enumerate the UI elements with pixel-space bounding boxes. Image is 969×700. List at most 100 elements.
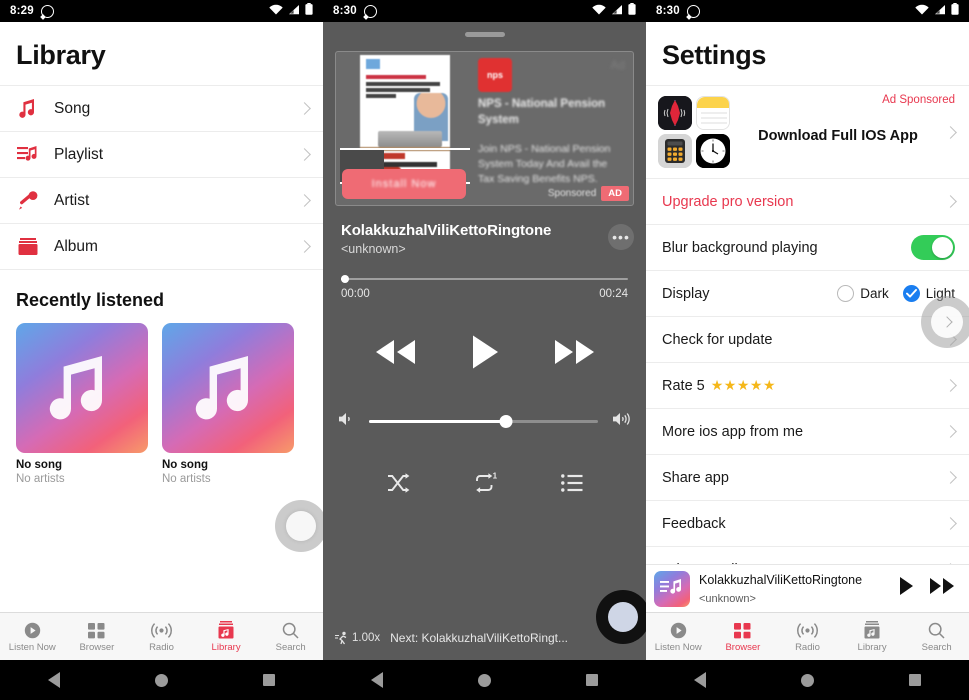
recents-square-icon[interactable]	[586, 674, 599, 686]
card-title: No song	[16, 459, 62, 471]
album-icon	[16, 235, 40, 259]
seek-thumb[interactable]	[341, 275, 349, 283]
sheet-grabber[interactable]	[464, 32, 505, 37]
library-row-album[interactable]: Album	[0, 223, 323, 269]
floating-assistive-button[interactable]	[596, 590, 650, 644]
tab-search[interactable]: Search	[904, 613, 969, 660]
settings-row-label: Check for update	[662, 331, 773, 348]
play-circle-icon	[670, 620, 687, 639]
blur-background-toggle[interactable]	[911, 235, 955, 260]
home-circle-icon[interactable]	[800, 673, 814, 687]
recents-square-icon[interactable]	[263, 674, 276, 686]
tab-browser[interactable]: Browser	[711, 613, 776, 660]
home-circle-icon[interactable]	[477, 673, 491, 687]
shuffle-icon[interactable]	[386, 472, 411, 499]
tab-listen-now[interactable]: Listen Now	[0, 613, 65, 660]
next-up-label: Next: KolakkuzhalViliKettoRingt...	[390, 631, 569, 645]
settings-row-rate[interactable]: Rate 5 ★★★★★	[646, 363, 969, 409]
chevron-right-icon	[944, 379, 957, 392]
ad-install-button[interactable]: Install Now	[342, 169, 466, 199]
ad-sponsored-label: Sponsored	[547, 188, 597, 199]
ad-ghost-label: Ad	[610, 58, 625, 72]
tab-label: Radio	[795, 642, 820, 653]
toggle-knob	[932, 237, 953, 258]
fast-forward-icon[interactable]	[929, 577, 955, 600]
mini-player-controls	[898, 576, 961, 601]
library-icon	[864, 620, 880, 639]
svg-text:1: 1	[492, 472, 497, 480]
player-screen: 8:30 Install Now Ad nps NPS - National P…	[323, 0, 650, 700]
more-options-button[interactable]: •••	[608, 224, 634, 250]
volume-low-icon[interactable]	[337, 411, 355, 432]
tab-library[interactable]: Library	[194, 613, 259, 660]
volume-row	[323, 411, 646, 432]
settings-row-feedback[interactable]: Feedback	[646, 501, 969, 547]
fast-forward-icon[interactable]	[552, 337, 598, 372]
tab-library[interactable]: Library	[840, 613, 905, 660]
library-row-song[interactable]: Song	[0, 85, 323, 131]
display-option-label: Dark	[860, 286, 889, 301]
seek-bar-wrap[interactable]	[323, 256, 646, 283]
playback-speed[interactable]: 1.00x	[335, 631, 380, 645]
status-bar-right	[915, 2, 959, 20]
android-nav-bar	[646, 660, 969, 700]
ad-download-label: Download Full IOS App	[758, 128, 918, 144]
list-item[interactable]: No song No artists	[162, 323, 294, 485]
wifi-icon	[592, 2, 606, 20]
time-labels: 00:00 00:24	[323, 280, 646, 300]
back-triangle-icon[interactable]	[693, 672, 706, 688]
library-row-playlist[interactable]: Playlist	[0, 131, 323, 177]
settings-row-upgrade[interactable]: Upgrade pro version	[646, 179, 969, 225]
play-circle-icon	[24, 620, 41, 639]
tab-browser[interactable]: Browser	[65, 613, 130, 660]
tab-label: Search	[921, 642, 952, 653]
mini-player-title: KolakkuzhalViliKettoRingtone	[699, 572, 863, 587]
speed-runner-icon	[335, 631, 347, 645]
floating-assistive-button[interactable]	[921, 296, 969, 348]
whatsapp-icon	[686, 4, 700, 18]
status-bar: 8:30	[646, 0, 969, 22]
repeat-one-icon[interactable]: 1	[473, 471, 499, 499]
screenshot-root: 8:29 Library Song Playlist Artist Album …	[0, 0, 969, 700]
tab-label: Library	[211, 642, 241, 653]
track-artist: <unknown>	[341, 242, 406, 256]
volume-high-icon[interactable]	[612, 411, 632, 432]
back-triangle-icon[interactable]	[370, 672, 383, 688]
transport-controls	[323, 334, 646, 375]
settings-row-blur-background[interactable]: Blur background playing	[646, 225, 969, 271]
card-title: No song	[162, 459, 208, 471]
library-row-label: Artist	[54, 191, 90, 209]
queue-list-icon[interactable]	[560, 473, 584, 498]
ad-install-label: Install Now	[371, 178, 437, 190]
back-triangle-icon[interactable]	[47, 672, 60, 688]
chevron-right-icon	[944, 425, 957, 438]
library-row-artist[interactable]: Artist	[0, 177, 323, 223]
status-bar: 8:30	[323, 0, 646, 22]
duration-time: 00:24	[599, 288, 628, 300]
tab-search[interactable]: Search	[258, 613, 323, 660]
play-icon[interactable]	[898, 576, 915, 601]
recents-square-icon[interactable]	[909, 674, 922, 686]
seek-bar[interactable]	[341, 275, 628, 283]
floating-assistive-button[interactable]	[275, 500, 323, 552]
play-icon[interactable]	[470, 334, 500, 375]
microphone-icon	[16, 189, 40, 213]
volume-slider[interactable]	[369, 415, 598, 428]
ad-download-app[interactable]: Ad Sponsored Download Full IOS App	[646, 85, 969, 179]
display-option-dark[interactable]: Dark	[837, 285, 889, 302]
tab-radio[interactable]: Radio	[775, 613, 840, 660]
tab-radio[interactable]: Radio	[129, 613, 194, 660]
settings-row-more-apps[interactable]: More ios app from me	[646, 409, 969, 455]
status-bar-left: 8:29	[10, 4, 54, 18]
rewind-icon[interactable]	[372, 337, 418, 372]
settings-row-share-app[interactable]: Share app	[646, 455, 969, 501]
mini-player[interactable]: KolakkuzhalViliKettoRingtone <unknown>	[646, 564, 969, 612]
rating-stars[interactable]: ★★★★★	[711, 377, 776, 394]
whatsapp-icon	[363, 4, 377, 18]
volume-thumb[interactable]	[499, 415, 513, 428]
ad-banner[interactable]: Install Now Ad nps NPS - National Pensio…	[335, 51, 634, 206]
calculator-icon	[658, 134, 692, 168]
tab-listen-now[interactable]: Listen Now	[646, 613, 711, 660]
home-circle-icon[interactable]	[154, 673, 168, 687]
list-item[interactable]: No song No artists	[16, 323, 148, 485]
